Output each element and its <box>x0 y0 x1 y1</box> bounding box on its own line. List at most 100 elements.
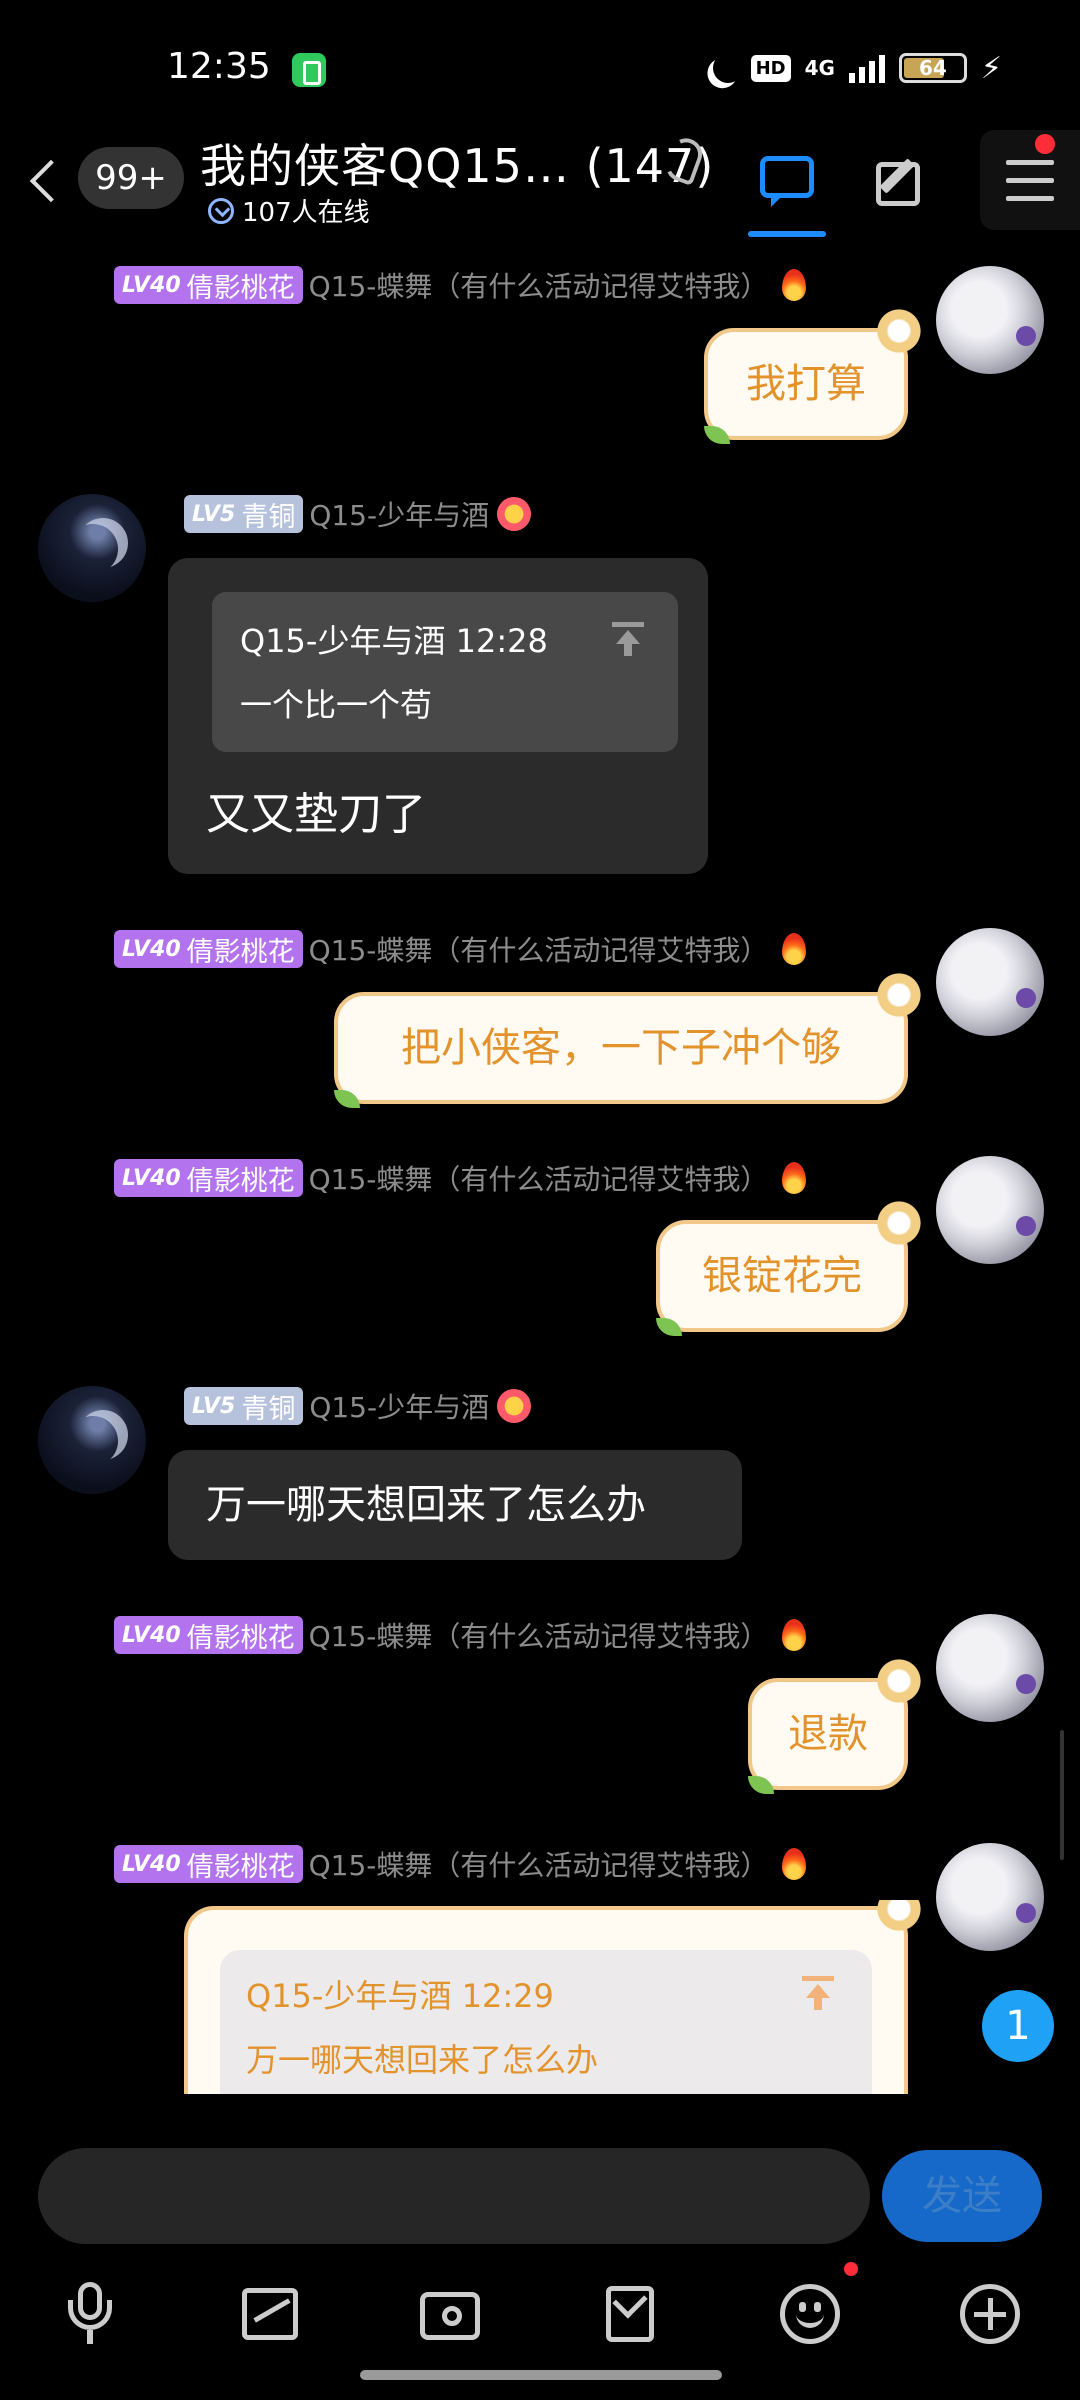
camera-icon[interactable] <box>418 2282 482 2346</box>
tab-chat[interactable] <box>752 150 822 210</box>
level-badge[interactable]: LV5 青铜 <box>184 1387 304 1425</box>
fire-icon <box>782 269 807 301</box>
fire-icon <box>782 1619 807 1651</box>
menu-button[interactable] <box>980 130 1080 230</box>
red-packet-icon[interactable] <box>598 2282 662 2346</box>
group-title[interactable]: 我的侠客QQ15… (147) <box>200 130 714 196</box>
sender-name[interactable]: Q15-少年与酒 <box>309 1386 489 1426</box>
level-badge[interactable]: LV40 倩影桃花 <box>114 1616 303 1654</box>
online-count[interactable]: 107人在线 <box>208 192 370 229</box>
message-header: LV5 青铜 Q15-少年与酒 <box>184 1385 532 1427</box>
message-text: 万一哪天想回来了怎么办 <box>206 1482 646 1528</box>
message-bubble[interactable]: 我打算 <box>704 306 924 444</box>
leaf-decoration-icon <box>656 1318 682 1336</box>
new-message-badge[interactable]: 1 <box>982 1990 1054 2062</box>
level-badge[interactable]: LV5 青铜 <box>184 495 304 533</box>
active-tab-indicator <box>748 231 826 237</box>
online-count-label: 107人在线 <box>242 198 370 228</box>
message-bubble[interactable]: 万一哪天想回来了怎么办 <box>168 1450 742 1560</box>
leaf-decoration-icon <box>748 1776 774 1794</box>
message-bubble[interactable]: 退款 <box>748 1656 924 1794</box>
leaf-decoration-icon <box>334 1090 360 1108</box>
jump-to-icon[interactable] <box>800 1976 836 2012</box>
send-button[interactable]: 发送 <box>882 2150 1042 2242</box>
level-badge[interactable]: LV40 倩影桃花 <box>114 1845 303 1883</box>
quoted-message[interactable]: Q15-少年与酒 12:28 一个比一个苟 <box>212 592 678 752</box>
sun-decoration-icon <box>874 1656 924 1706</box>
level-badge[interactable]: LV40 倩影桃花 <box>114 930 303 968</box>
do-not-disturb-icon <box>708 49 746 87</box>
avatar[interactable] <box>936 1614 1044 1722</box>
message-header: LV40 倩影桃花 Q15-蝶舞（有什么活动记得艾特我） <box>114 1614 807 1656</box>
message-header: LV40 倩影桃花 Q15-蝶舞（有什么活动记得艾特我） <box>114 1157 807 1199</box>
message-text: 把小侠客，一下子冲个够 <box>401 1025 841 1071</box>
chevron-down-icon <box>208 197 234 224</box>
network-type: 4G <box>804 56 835 80</box>
level-badge[interactable]: LV40 倩影桃花 <box>114 266 303 304</box>
message-header: LV40 倩影桃花 Q15-蝶舞（有什么活动记得艾特我） <box>114 264 807 306</box>
sun-decoration-icon <box>874 1900 924 1934</box>
status-bar: 12:35 HD 4G 64 ⚡ <box>0 0 1080 130</box>
chat-header: 99+ 我的侠客QQ15… (147) 107人在线 <box>0 130 1080 240</box>
image-icon[interactable] <box>238 2282 302 2346</box>
message-header: LV40 倩影桃花 Q15-蝶舞（有什么活动记得艾特我） <box>114 1843 807 1885</box>
scrollbar[interactable] <box>1060 1730 1064 1860</box>
quote-text: 万一哪天想回来了怎么办 <box>246 2041 599 2079</box>
tab-edit[interactable] <box>870 150 930 210</box>
sun-decoration-icon <box>874 1198 924 1248</box>
message-header: LV40 倩影桃花 Q15-蝶舞（有什么活动记得艾特我） <box>114 928 807 970</box>
message-bubble[interactable]: Q15-少年与酒 12:28 一个比一个苟 又又垫刀了 <box>168 558 708 874</box>
battery-icon: 64 <box>898 53 967 83</box>
sender-name[interactable]: Q15-蝶舞（有什么活动记得艾特我） <box>309 1615 769 1655</box>
notification-dot <box>1035 134 1055 154</box>
fire-icon <box>782 1162 807 1194</box>
quote-header: Q15-少年与酒 12:28 <box>240 622 548 660</box>
battery-level: 64 <box>919 56 947 80</box>
quote-header: Q15-少年与酒 12:29 <box>246 1977 554 2015</box>
quoted-message[interactable]: Q15-少年与酒 12:29 万一哪天想回来了怎么办 <box>220 1950 872 2094</box>
jump-to-icon[interactable] <box>610 622 646 658</box>
emoji-icon[interactable] <box>778 2282 842 2346</box>
avatar[interactable] <box>936 928 1044 1036</box>
sender-name[interactable]: Q15-蝶舞（有什么活动记得艾特我） <box>309 1844 769 1884</box>
sun-decoration-icon <box>874 306 924 356</box>
hd-icon: HD <box>750 54 791 82</box>
sender-name[interactable]: Q15-少年与酒 <box>309 494 489 534</box>
status-time: 12:35 <box>167 46 271 87</box>
message-clip: Q15-少年与酒 12:29 万一哪天想回来了怎么办 <box>0 1900 1080 2094</box>
fire-icon <box>782 1848 807 1880</box>
sender-name[interactable]: Q15-蝶舞（有什么活动记得艾特我） <box>309 929 769 969</box>
plus-icon[interactable] <box>958 2282 1022 2346</box>
message-bubble[interactable]: 把小侠客，一下子冲个够 <box>334 970 924 1108</box>
fire-icon <box>782 933 807 965</box>
avatar[interactable] <box>936 266 1044 374</box>
avatar[interactable] <box>38 494 146 602</box>
input-toolbar <box>0 2260 1080 2360</box>
notification-dot <box>844 2262 858 2276</box>
level-badge[interactable]: LV40 倩影桃花 <box>114 1159 303 1197</box>
app-notification-icon <box>292 53 326 87</box>
message-input[interactable] <box>38 2148 870 2244</box>
message-header: LV5 青铜 Q15-少年与酒 <box>184 493 532 535</box>
mic-icon[interactable] <box>58 2282 122 2346</box>
flower-icon <box>497 1389 532 1423</box>
sun-decoration-icon <box>874 970 924 1020</box>
message-text: 我打算 <box>746 361 866 407</box>
signal-icon <box>848 53 885 83</box>
avatar[interactable] <box>38 1386 146 1494</box>
unread-count-badge[interactable]: 99+ <box>78 147 184 209</box>
charging-icon: ⚡ <box>980 50 1002 86</box>
message-text: 银锭花完 <box>702 1253 862 1299</box>
back-arrow-icon[interactable] <box>14 152 74 212</box>
flower-icon <box>497 497 532 531</box>
home-indicator[interactable] <box>360 2370 722 2380</box>
status-indicators: HD 4G 64 ⚡ <box>707 48 1002 88</box>
message-bubble[interactable]: 银锭花完 <box>656 1198 924 1336</box>
sender-name[interactable]: Q15-蝶舞（有什么活动记得艾特我） <box>309 1158 769 1198</box>
avatar[interactable] <box>936 1156 1044 1264</box>
sender-name[interactable]: Q15-蝶舞（有什么活动记得艾特我） <box>309 265 769 305</box>
message-text: 退款 <box>788 1711 868 1757</box>
message-text: 又又垫刀了 <box>206 789 426 840</box>
message-bubble[interactable]: Q15-少年与酒 12:29 万一哪天想回来了怎么办 <box>184 1900 924 2094</box>
leaf-decoration-icon <box>704 426 730 444</box>
